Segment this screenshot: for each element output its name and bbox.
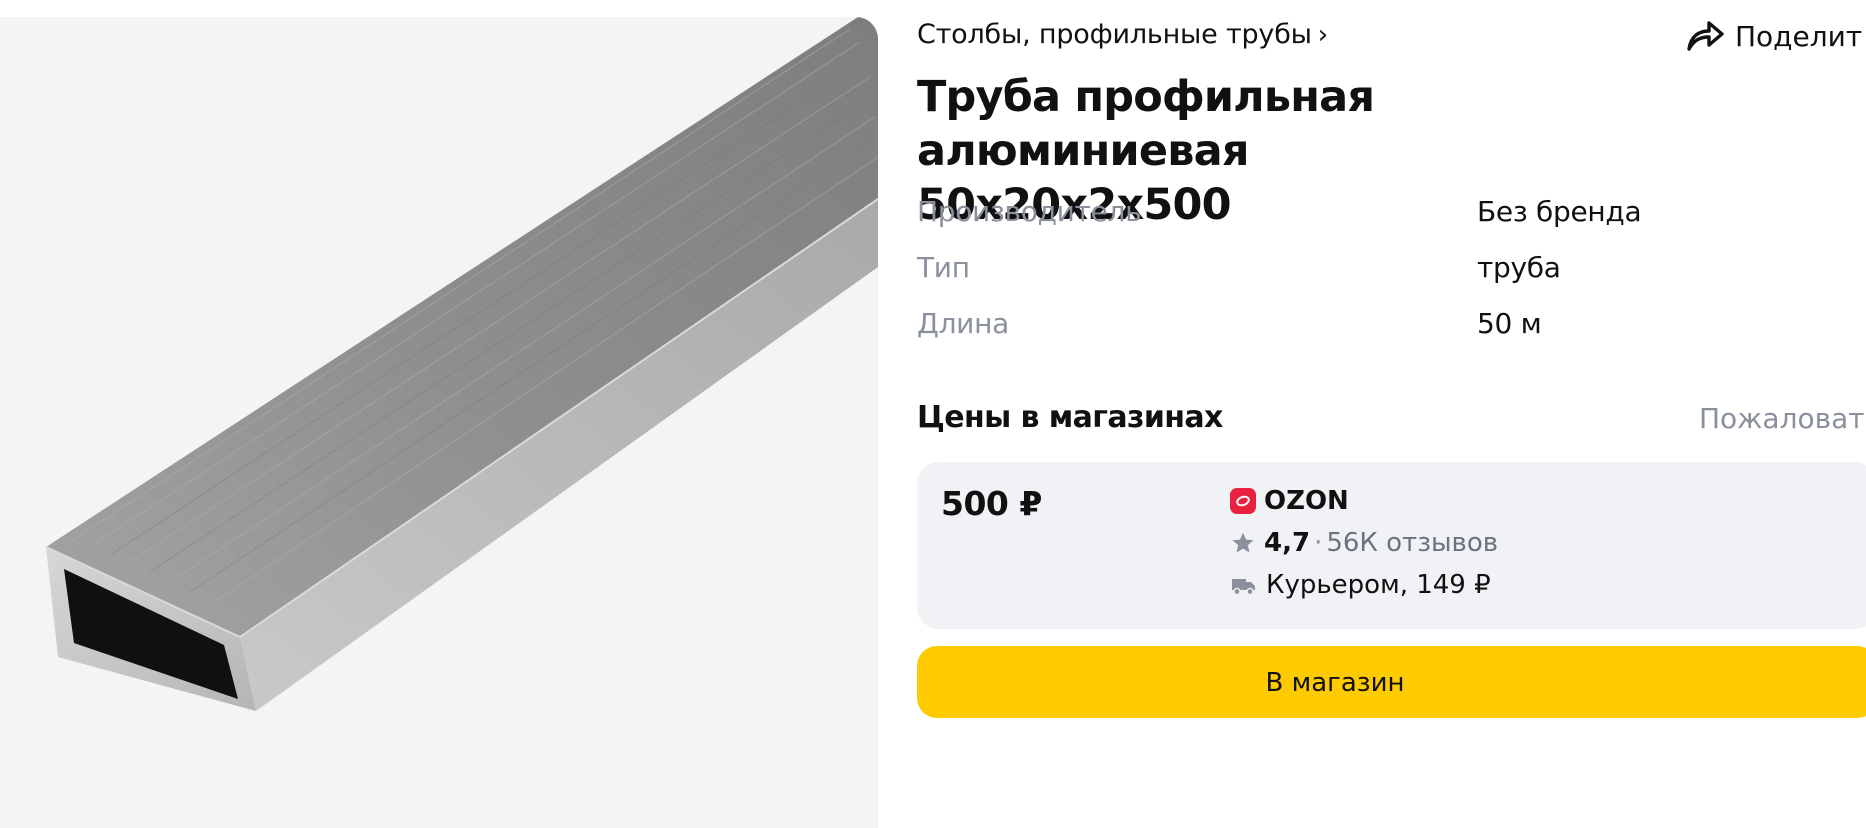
share-button[interactable]: Поделит bbox=[1685, 19, 1862, 53]
rating-separator: · bbox=[1314, 528, 1323, 558]
shop-name: OZON bbox=[1264, 486, 1349, 516]
star-icon bbox=[1232, 532, 1254, 553]
spec-name: Тип bbox=[917, 251, 970, 284]
spec-row-type: Тип труба bbox=[917, 251, 1817, 307]
breadcrumb-label[interactable]: Столбы, профильные трубы bbox=[917, 19, 1312, 50]
share-label: Поделит bbox=[1735, 19, 1863, 53]
spec-name: Производитель bbox=[917, 195, 1142, 228]
product-title-line1: Труба профильная алюминиевая bbox=[917, 72, 1375, 176]
delivery-text: Курьером, 149 ₽ bbox=[1266, 570, 1491, 600]
spec-row-manufacturer: Производитель Без бренда bbox=[917, 195, 1817, 251]
product-info: Столбы, профильные трубы › Поделит Труба … bbox=[917, 0, 1866, 828]
offer-card[interactable]: 500 ₽ OZON 4,7 · 56К отзывов Курьером, 1… bbox=[917, 462, 1866, 629]
product-page: Столбы, профильные трубы › Поделит Труба … bbox=[0, 0, 1866, 828]
ozon-logo-icon bbox=[1230, 488, 1256, 514]
delivery-row: Курьером, 149 ₽ bbox=[1230, 570, 1491, 600]
product-image[interactable] bbox=[0, 17, 878, 828]
spec-name: Длина bbox=[917, 307, 1009, 340]
product-specs: Производитель Без бренда Тип труба Длина… bbox=[917, 195, 1817, 363]
breadcrumb[interactable]: Столбы, профильные трубы › bbox=[917, 19, 1328, 50]
spec-row-length: Длина 50 м bbox=[917, 307, 1817, 363]
complain-link[interactable]: Пожаловат bbox=[1699, 402, 1865, 435]
tube-illustration bbox=[45, 17, 878, 711]
shop-rating-row[interactable]: 4,7 · 56К отзывов bbox=[1230, 528, 1498, 558]
share-icon bbox=[1687, 21, 1724, 51]
offer-price: 500 ₽ bbox=[941, 484, 1042, 523]
rating-value: 4,7 bbox=[1264, 528, 1311, 558]
store-button-label: В магазин bbox=[1265, 668, 1405, 698]
go-to-store-button[interactable]: В магазин bbox=[917, 646, 1866, 718]
chevron-right-icon: › bbox=[1317, 20, 1328, 50]
shop-name-row[interactable]: OZON bbox=[1230, 486, 1349, 516]
prices-heading: Цены в магазинах bbox=[917, 400, 1223, 435]
spec-value: Без бренда bbox=[1477, 195, 1642, 228]
reviews-count: 56К отзывов bbox=[1326, 528, 1499, 558]
spec-value: труба bbox=[1477, 251, 1561, 284]
spec-value: 50 м bbox=[1477, 307, 1542, 340]
truck-icon bbox=[1232, 579, 1255, 596]
